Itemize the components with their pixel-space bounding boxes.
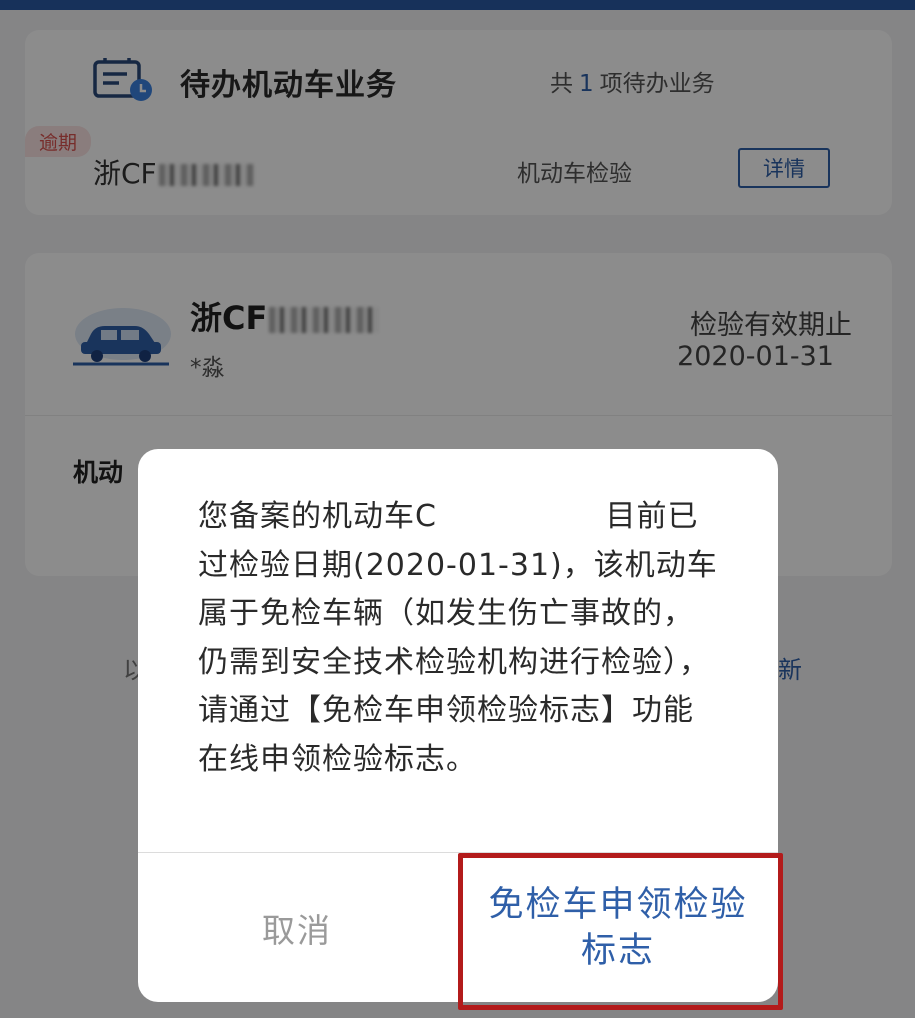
apply-inspection-mark-button[interactable]: 免检车申领检验标志 bbox=[458, 853, 778, 1002]
dialog-message: 您备案的机动车C 目前已过检验日期(2020-01-31)，该机动车属于免检车辆… bbox=[198, 499, 718, 777]
cancel-button[interactable]: 取消 bbox=[138, 853, 456, 1002]
exemption-dialog: 您备案的机动车C 目前已过检验日期(2020-01-31)，该机动车属于免检车辆… bbox=[138, 449, 778, 1002]
